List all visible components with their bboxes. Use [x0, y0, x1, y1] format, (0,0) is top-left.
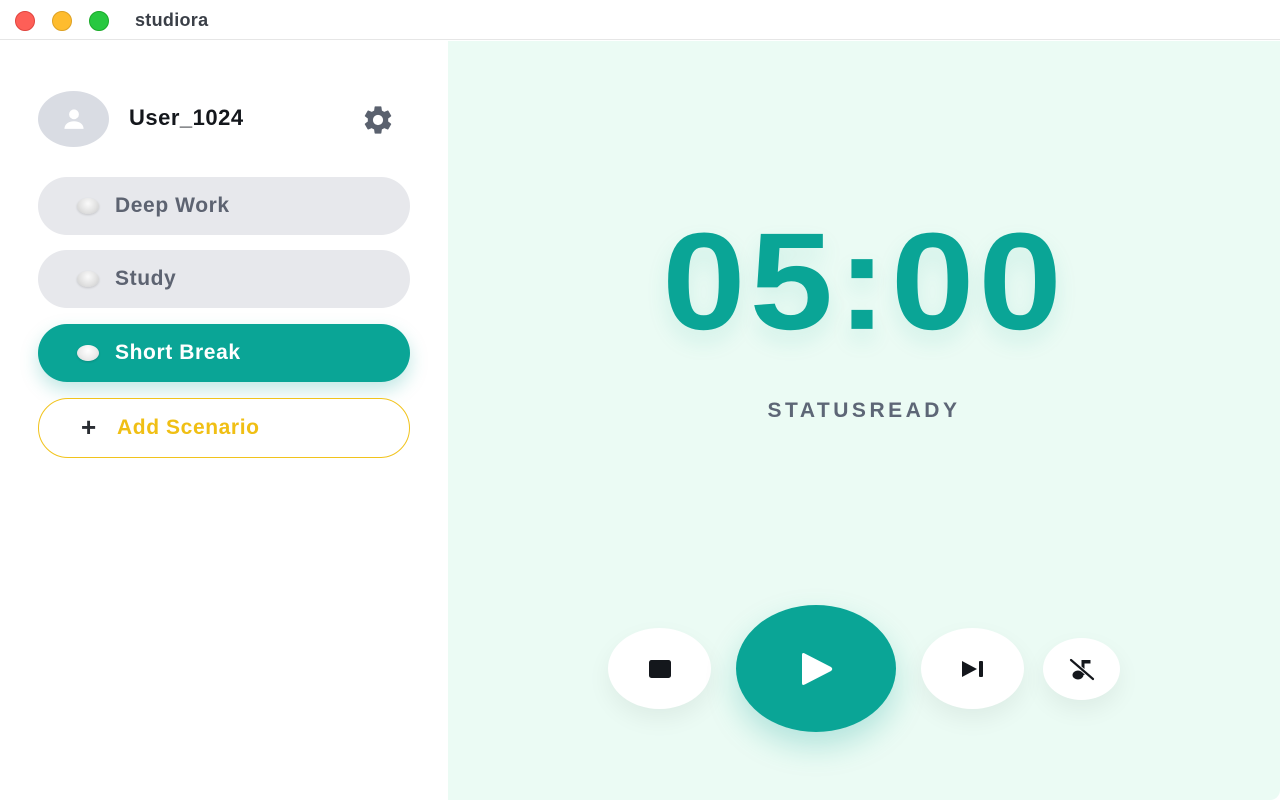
music-off-icon [1069, 658, 1094, 681]
plus-icon: + [81, 412, 97, 442]
music-toggle-button[interactable] [1043, 638, 1120, 700]
status-text: STATUSREADY [448, 399, 1280, 423]
scenario-indicator [77, 198, 99, 214]
skip-next-icon [961, 660, 983, 677]
minimize-window-button[interactable] [52, 11, 72, 31]
timer-panel: 05:00 STATUSREADY [448, 41, 1280, 800]
username: User_1024 [129, 105, 244, 130]
scenario-label: Deep Work [115, 194, 230, 217]
timer-display: 05:00 [662, 203, 1066, 359]
play-icon [802, 652, 833, 685]
scenario-short-break[interactable]: Short Break [38, 324, 410, 382]
maximize-window-button[interactable] [89, 11, 109, 31]
scenario-indicator [77, 345, 99, 361]
add-scenario-button[interactable]: + Add Scenario [38, 398, 410, 458]
stop-icon [648, 659, 671, 678]
add-scenario-label: Add Scenario [117, 416, 260, 439]
status-prefix: STATUS [767, 399, 870, 422]
sidebar: User_1024 Deep Work Study Short Break + … [0, 41, 448, 800]
scenario-label: Study [115, 267, 177, 290]
scenario-study[interactable]: Study [38, 250, 410, 308]
scenario-indicator [77, 271, 99, 287]
skip-next-button[interactable] [921, 628, 1024, 709]
status-value: READY [869, 399, 961, 422]
app-window: studiora User_1024 Deep Work Study Short… [0, 0, 1280, 800]
scenario-deep-work[interactable]: Deep Work [38, 177, 410, 235]
gear-icon [364, 106, 392, 134]
close-window-button[interactable] [15, 11, 35, 31]
play-button[interactable] [736, 605, 896, 732]
settings-button[interactable] [358, 101, 398, 139]
scenario-label: Short Break [115, 341, 241, 364]
user-icon [63, 109, 84, 129]
stop-button[interactable] [608, 628, 711, 709]
avatar[interactable] [38, 91, 109, 147]
title-bar: studiora [0, 0, 1280, 40]
app-title: studiora [135, 10, 209, 30]
